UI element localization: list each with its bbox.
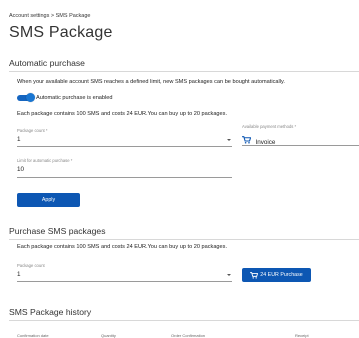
auto-purchase-description: When your available account SMS reaches … xyxy=(17,79,285,85)
apply-button[interactable]: Apply xyxy=(17,193,80,207)
chevron-down-icon[interactable] xyxy=(227,139,231,141)
column-header-quantity: Quantity xyxy=(101,333,116,338)
breadcrumb: Account settings > SMS Package xyxy=(9,13,91,19)
column-header-order-confirmation: Order Confirmation xyxy=(171,333,206,338)
cart-icon xyxy=(250,271,259,279)
toggle-knob[interactable] xyxy=(26,93,35,102)
section-divider xyxy=(9,239,359,240)
cart-icon xyxy=(242,135,251,144)
limit-input[interactable]: 10 xyxy=(17,166,24,173)
section-divider xyxy=(9,320,359,321)
purchase-button-label: 24 EUR Purchase xyxy=(260,272,303,278)
limit-underline xyxy=(17,177,232,178)
payment-method-select[interactable]: Invoice xyxy=(242,131,275,149)
auto-package-info: Each package contains 100 SMS and costs … xyxy=(17,111,228,117)
package-count-underline xyxy=(17,146,232,147)
package-count-select[interactable]: 1 xyxy=(17,136,21,143)
chevron-down-icon[interactable] xyxy=(227,274,231,276)
purchase-count-select[interactable]: 1 xyxy=(17,271,21,278)
column-header-confirmation-date: Confirmation date xyxy=(17,333,49,338)
section-divider xyxy=(9,71,359,72)
payment-method-label: Available payment methods * xyxy=(242,124,297,129)
section-title-automatic-purchase: Automatic purchase xyxy=(9,58,85,68)
toggle-label: Automatic purchase is enabled xyxy=(36,95,113,101)
limit-label: Limit for automatic purchase * xyxy=(17,158,73,163)
section-title-history: SMS Package history xyxy=(9,307,92,317)
page-title: SMS Package xyxy=(9,24,113,41)
column-header-receipt: Receipt xyxy=(295,333,309,338)
section-title-purchase: Purchase SMS packages xyxy=(9,226,106,236)
payment-method-underline xyxy=(242,145,359,146)
package-count-label: Package count * xyxy=(17,128,48,133)
purchase-count-label: Package count xyxy=(17,263,45,268)
purchase-count-underline xyxy=(17,281,232,282)
purchase-package-info: Each package contains 100 SMS and costs … xyxy=(17,244,228,250)
purchase-button[interactable]: 24 EUR Purchase xyxy=(242,268,311,282)
